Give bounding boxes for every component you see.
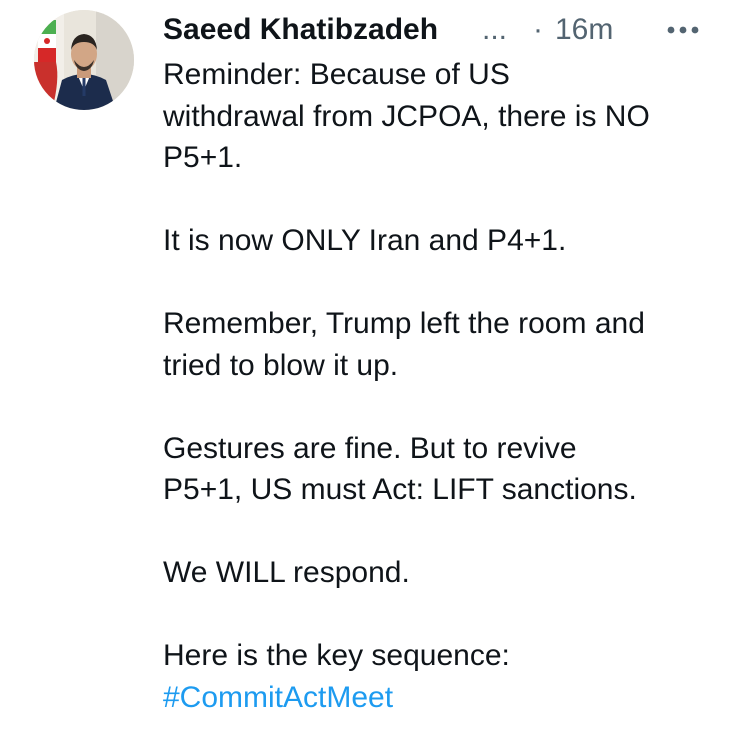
separator-dot: · [533, 13, 543, 46]
tweet-paragraph: Remember, Trump left the room and tried … [163, 307, 645, 382]
timestamp[interactable]: 16m [555, 8, 613, 52]
tweet-paragraph: It is now ONLY Iran and P4+1. [163, 224, 567, 257]
tweet-paragraph: Reminder: Because of US withdrawal from … [163, 58, 650, 174]
profile-photo [34, 10, 134, 110]
more-options-button[interactable] [663, 16, 703, 44]
tweet-paragraph: We WILL respond. [163, 556, 410, 589]
tweet[interactable]: Saeed Khatibzadeh ... · 16m Reminder: Be… [0, 0, 740, 740]
tweet-header: Saeed Khatibzadeh ... · 16m [163, 8, 713, 52]
tweet-paragraph: Gestures are fine. But to revive P5+1, U… [163, 431, 637, 507]
name-truncation-ellipsis: ... [482, 13, 508, 46]
avatar[interactable] [34, 10, 134, 110]
hashtag-link[interactable]: #CommitActMeet [163, 677, 713, 719]
tweet-text: Reminder: Because of US withdrawal from … [163, 54, 713, 718]
more-horizontal-icon [667, 26, 699, 34]
author-display-name[interactable]: Saeed Khatibzadeh [163, 8, 438, 52]
tweet-paragraph: Here is the key sequence: [163, 639, 510, 672]
